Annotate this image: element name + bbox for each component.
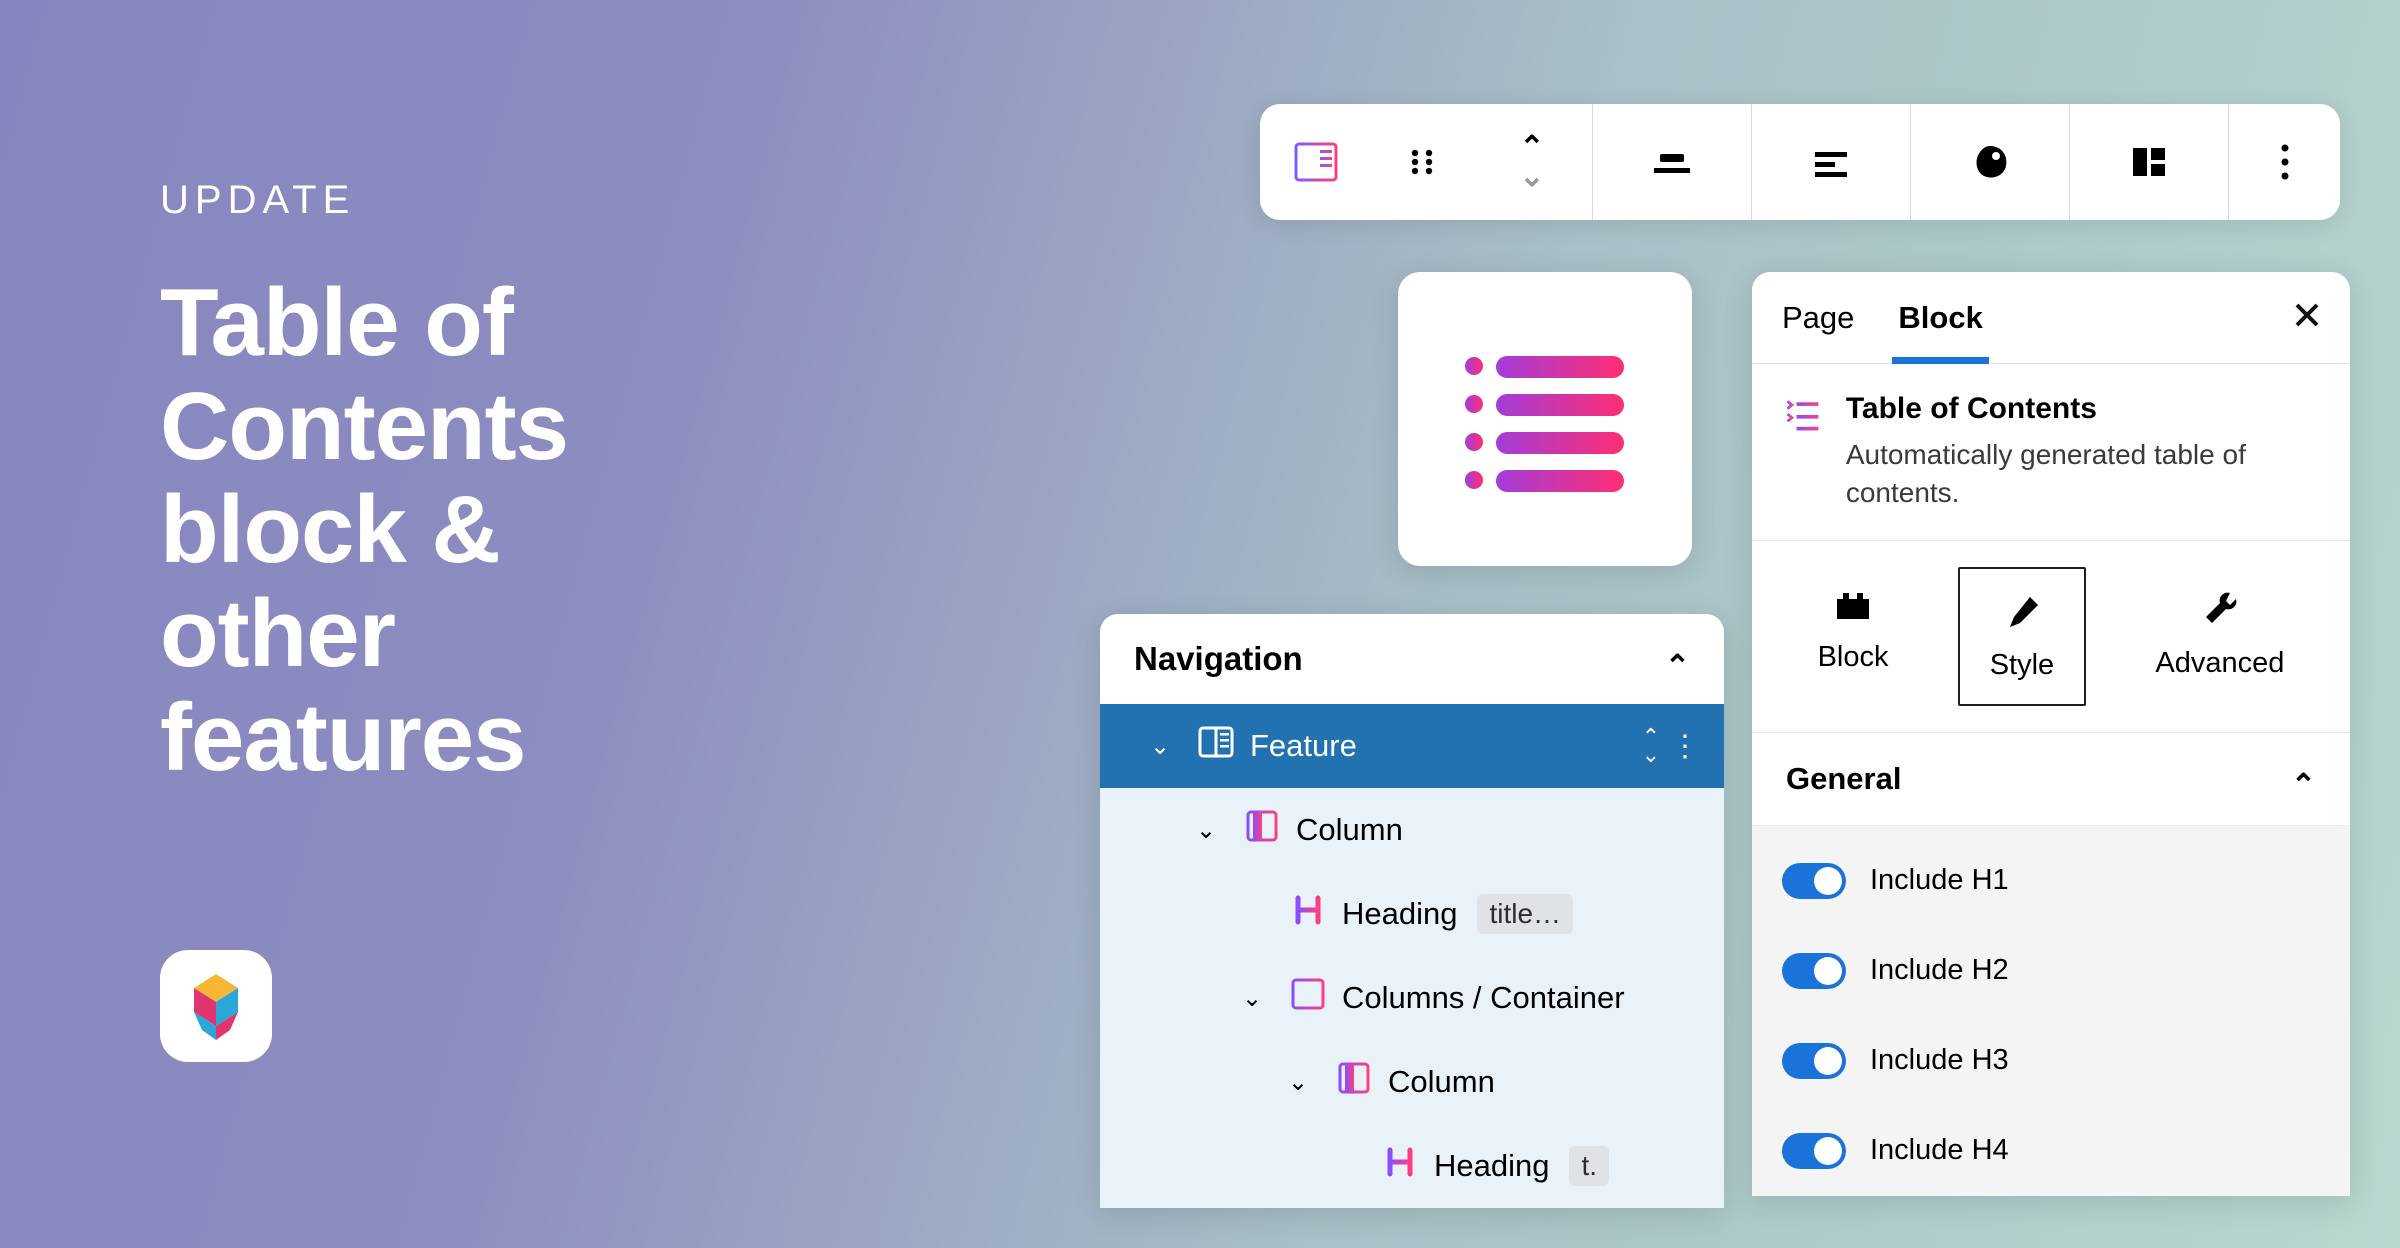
toolbar-align-left[interactable] [1751,104,1910,220]
layout-grid-icon [2127,140,2171,184]
inspector-block-name: Table of Contents [1846,392,2320,426]
feature-icon [1196,722,1236,770]
inspector-tabs: Page Block [1752,272,2350,364]
toc-icon-card [1398,272,1692,566]
block-mode-icon [1833,589,1873,623]
nav-row-heading[interactable]: Heading t. [1100,1124,1724,1208]
chevron-down-icon[interactable]: ⌄ [1276,1068,1320,1097]
align-left-icon [1809,140,1853,184]
drag-handle-icon [1405,145,1439,179]
nav-row-label: Column [1296,812,1403,848]
toggle-label: Include H2 [1870,954,2009,987]
inspector-mode-switch: Block Style Advanced [1752,541,2350,733]
inspector-mode-advanced[interactable]: Advanced [2125,567,2314,706]
heading-icon [1288,890,1328,938]
chevron-up-icon [1519,124,1544,159]
navigation-collapse-icon [1665,640,1690,678]
toggle-label: Include H4 [1870,1134,2009,1167]
columns-icon [1288,974,1328,1022]
inspector-mode-advanced-label: Advanced [2155,647,2284,680]
navigation-header[interactable]: Navigation [1100,614,1724,704]
brand-logo-icon [180,970,252,1042]
block-toolbar [1260,104,2340,220]
nav-row-label: Feature [1250,728,1357,764]
inspector-mode-block[interactable]: Block [1788,567,1919,706]
tab-page[interactable]: Page [1782,272,1854,363]
navigation-panel: Navigation ⌄ Feature ⌃⌄ ⋮ ⌄ Column Headin… [1100,614,1724,1208]
more-vertical-icon [2280,142,2290,182]
nav-row-label: Column [1388,1064,1495,1100]
toolbar-align-center[interactable] [1592,104,1751,220]
nav-row-column[interactable]: ⌄ Column [1100,1040,1724,1124]
inspector-toggles-list: Include H1 Include H2 Include H3 Include… [1752,826,2350,1196]
nav-row-pill: t. [1569,1146,1609,1186]
toolbar-move-updown[interactable] [1472,104,1592,220]
inspector-section-general[interactable]: General [1752,733,2350,826]
toc-mini-icon [1782,392,1824,438]
chevron-down-icon [1519,165,1544,200]
nav-row-pill: title… [1477,894,1573,934]
feature-block-icon [1292,138,1340,186]
inspector-mode-style[interactable]: Style [1958,567,2086,706]
color-blob-icon [1968,140,2012,184]
toggle-row: Include H3 [1782,1016,2320,1106]
inspector-block-description: Automatically generated table of content… [1846,436,2320,512]
column-icon [1334,1058,1374,1106]
brand-logo-badge [160,950,272,1062]
inspector-section-title: General [1786,761,1901,797]
close-icon [2294,302,2320,328]
toggle-label: Include H3 [1870,1044,2009,1077]
toggle-row: Include H2 [1782,926,2320,1016]
toolbar-color[interactable] [1910,104,2069,220]
toggle-switch[interactable] [1782,953,1846,989]
nav-row-column[interactable]: ⌄ Column [1100,788,1724,872]
nav-row-label: Heading [1434,1148,1549,1184]
column-icon [1242,806,1282,854]
toolbar-more[interactable] [2228,104,2340,220]
toggle-switch[interactable] [1782,863,1846,899]
toggle-switch[interactable] [1782,1043,1846,1079]
tab-block[interactable]: Block [1898,272,1982,363]
nav-row-columns[interactable]: ⌄ Columns / Container [1100,956,1724,1040]
chevron-down-icon[interactable]: ⌄ [1138,732,1182,761]
hero-title: Table of Contents block & other features [160,271,568,789]
row-move-icon[interactable]: ⌃⌄ [1642,728,1660,763]
advanced-mode-icon [2200,589,2240,629]
inspector-mode-block-label: Block [1818,641,1889,674]
inspector-block-header: Table of Contents Automatically generate… [1752,364,2350,541]
heading-icon [1380,1142,1420,1190]
hero-eyebrow: UPDATE [160,178,568,223]
nav-row-label: Heading [1342,896,1457,932]
inspector-close[interactable] [2294,298,2320,337]
toggle-label: Include H1 [1870,864,2009,897]
align-center-icon [1650,140,1694,184]
nav-row-heading[interactable]: Heading title… [1100,872,1724,956]
toggle-row: Include H4 [1782,1106,2320,1196]
toggle-switch[interactable] [1782,1133,1846,1169]
navigation-title: Navigation [1134,640,1303,678]
chevron-up-icon [2291,761,2316,797]
style-mode-icon [2002,591,2042,631]
inspector-panel: Page Block Table of Contents Automatical… [1752,272,2350,1196]
inspector-mode-style-label: Style [1990,649,2054,682]
toolbar-layout[interactable] [2069,104,2228,220]
nav-row-label: Columns / Container [1342,980,1625,1016]
row-more-icon[interactable]: ⋮ [1670,729,1700,764]
toggle-row: Include H1 [1782,836,2320,926]
toolbar-drag-handle[interactable] [1372,104,1472,220]
hero: UPDATE Table of Contents block & other f… [160,178,568,789]
chevron-down-icon[interactable]: ⌄ [1230,984,1274,1013]
chevron-down-icon[interactable]: ⌄ [1184,816,1228,845]
toc-list-icon [1460,344,1630,494]
toolbar-block-icon[interactable] [1260,104,1372,220]
nav-row-feature[interactable]: ⌄ Feature ⌃⌄ ⋮ [1100,704,1724,788]
